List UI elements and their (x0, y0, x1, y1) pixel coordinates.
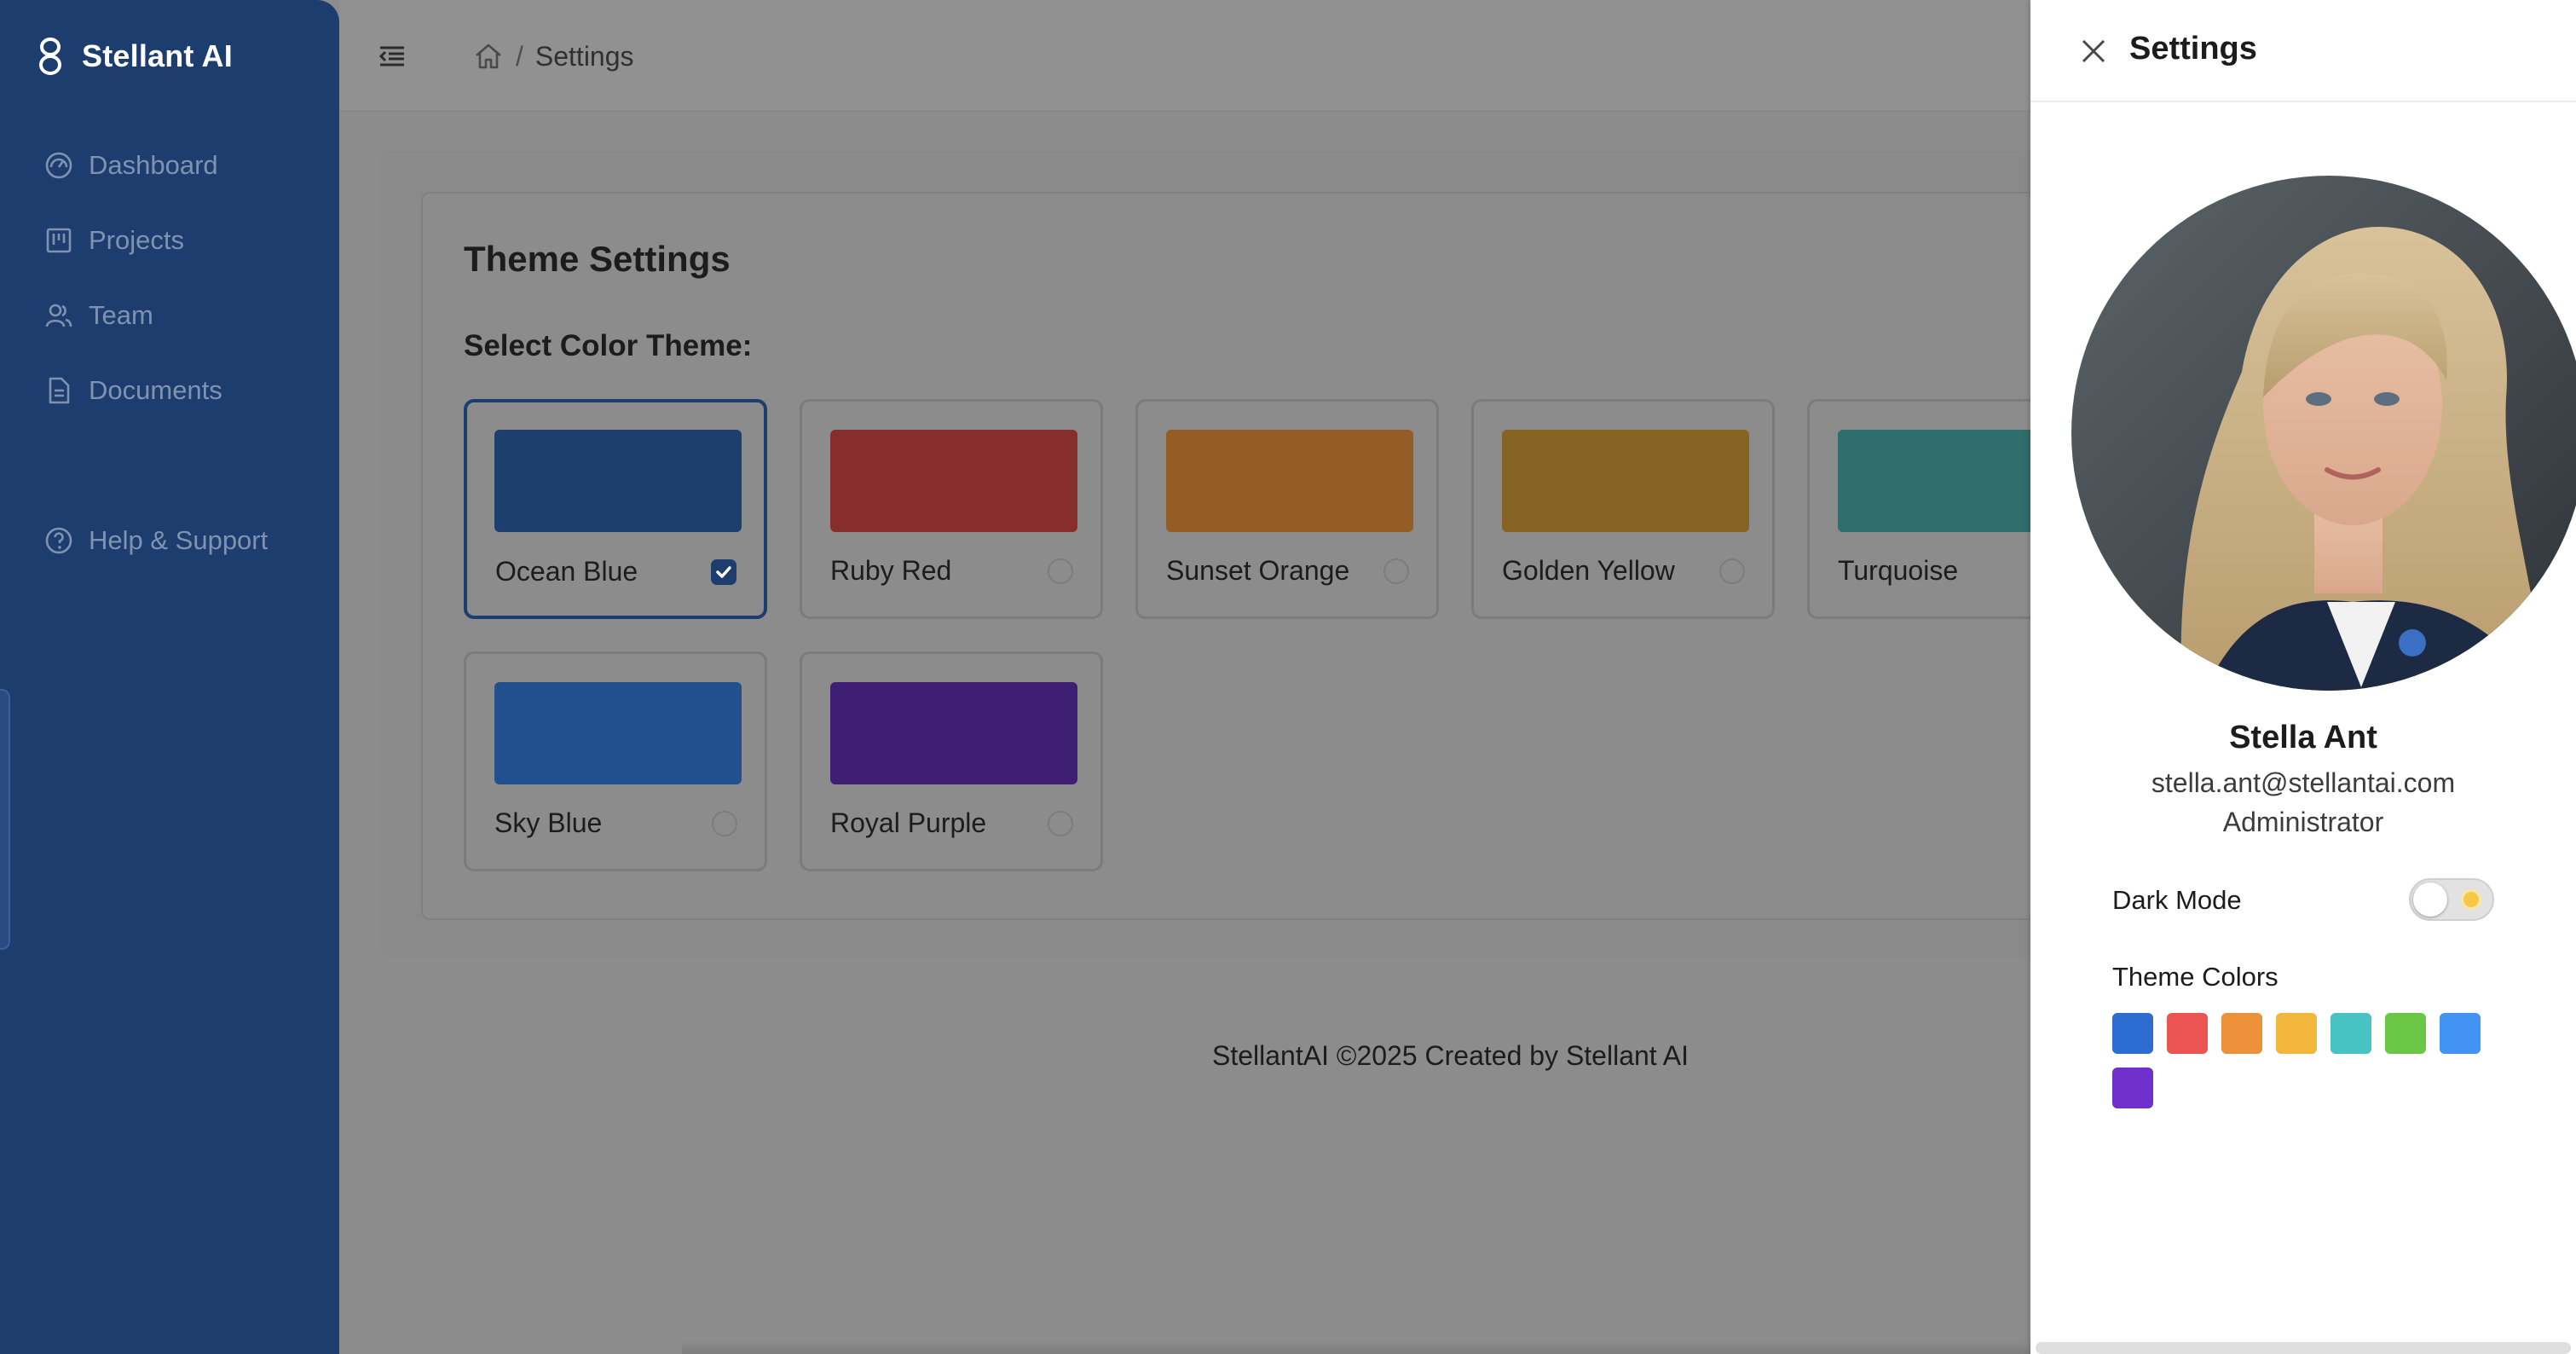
theme-label: Turquoise (1838, 555, 1959, 586)
sidebar-item-label: Documents (89, 375, 222, 405)
footer-text: StellantAI ©2025 Created by Stellant AI (1212, 1040, 1689, 1071)
sidebar-item-label: Help & Support (89, 525, 269, 555)
theme-radio[interactable] (1048, 811, 1073, 836)
sidebar-item-label: Dashboard (89, 150, 218, 180)
theme-card-sky-blue[interactable]: Sky Blue (464, 651, 767, 871)
brand[interactable]: Stellant AI (38, 31, 233, 82)
drawer-header: Settings (2030, 0, 2576, 102)
theme-swatch (494, 682, 742, 784)
stellant-logo-icon (39, 38, 61, 75)
theme-color-chip[interactable] (2221, 1013, 2262, 1054)
theme-label: Ocean Blue (495, 556, 638, 587)
theme-color-chip[interactable] (2167, 1013, 2208, 1054)
theme-radio[interactable] (1383, 558, 1409, 584)
theme-card-ruby-red[interactable]: Ruby Red (800, 399, 1103, 619)
sun-icon (2463, 892, 2479, 907)
documents-icon (49, 377, 70, 404)
brand-name: Stellant AI (82, 38, 233, 73)
sidebar-item-documents[interactable]: Documents (44, 367, 222, 414)
page-title: Theme Settings (464, 239, 731, 279)
theme-color-chip[interactable] (2440, 1013, 2481, 1054)
theme-color-chip[interactable] (2112, 1068, 2153, 1108)
theme-label: Sunset Orange (1166, 555, 1350, 586)
theme-card-ocean-blue[interactable]: Ocean Blue (464, 399, 767, 619)
menu-fold-icon[interactable] (377, 41, 407, 72)
sidebar-item-team[interactable]: Team (44, 292, 153, 339)
theme-select-label: Select Color Theme: (464, 329, 753, 362)
sidebar-item-label: Projects (89, 225, 184, 255)
theme-color-chip[interactable] (2276, 1013, 2317, 1054)
theme-swatch (1502, 430, 1749, 532)
theme-label: Golden Yellow (1502, 555, 1675, 586)
dark-mode-toggle[interactable] (2409, 878, 2494, 921)
theme-colors-label: Theme Colors (2112, 962, 2279, 992)
theme-card-golden-yellow[interactable]: Golden Yellow (1471, 399, 1775, 619)
sidebar-item-projects[interactable]: Projects (44, 217, 184, 264)
theme-label: Sky Blue (494, 807, 603, 838)
user-email: stella.ant@stellantai.com (2151, 767, 2456, 798)
check-icon (716, 566, 731, 578)
sidebar: Stellant AI Dashboard Projects Team Docu… (0, 0, 339, 1354)
toggle-knob (2413, 882, 2447, 917)
theme-swatch (1166, 430, 1413, 532)
theme-card-sunset-orange[interactable]: Sunset Orange (1135, 399, 1439, 619)
help-icon (45, 527, 72, 554)
theme-radio[interactable] (1048, 558, 1073, 584)
dark-mode-label: Dark Mode (2112, 885, 2242, 915)
theme-color-chip[interactable] (2112, 1013, 2153, 1054)
theme-color-chip[interactable] (2385, 1013, 2426, 1054)
theme-label: Ruby Red (830, 555, 952, 586)
drawer-scrollbar[interactable] (2036, 1342, 2571, 1354)
sidebar-item-help-support[interactable]: Help & Support (44, 517, 268, 564)
dashboard-icon (45, 152, 72, 179)
close-icon[interactable] (2078, 36, 2109, 67)
sidebar-item-dashboard[interactable]: Dashboard (44, 142, 218, 189)
user-photo (2071, 176, 2576, 691)
theme-swatch (830, 430, 1077, 532)
theme-color-chip[interactable] (2331, 1013, 2371, 1054)
theme-swatch (494, 430, 742, 532)
user-role: Administrator (2222, 807, 2384, 837)
breadcrumb-current: Settings (534, 40, 634, 72)
breadcrumb-separator: / (516, 40, 523, 72)
theme-radio[interactable] (712, 811, 737, 836)
sidebar-resize-handle[interactable] (0, 689, 10, 950)
theme-card-royal-purple[interactable]: Royal Purple (800, 651, 1103, 871)
theme-radio-checked[interactable] (711, 559, 736, 585)
top-header: / Settings (339, 0, 2044, 112)
theme-label: Royal Purple (830, 807, 987, 838)
drawer-title: Settings (2129, 31, 2257, 67)
user-name: Stella Ant (2229, 720, 2377, 755)
projects-icon (46, 228, 72, 253)
breadcrumb: / Settings (473, 34, 634, 78)
sidebar-item-label: Team (89, 300, 153, 330)
home-icon[interactable] (473, 41, 504, 72)
page-scrollbar[interactable] (682, 1340, 2046, 1354)
theme-radio[interactable] (1719, 558, 1745, 584)
team-icon (45, 304, 72, 327)
avatar (2071, 176, 2576, 691)
theme-swatch (830, 682, 1077, 784)
settings-drawer: Settings Stella Ant stella.ant@stellanta… (2030, 0, 2576, 1354)
